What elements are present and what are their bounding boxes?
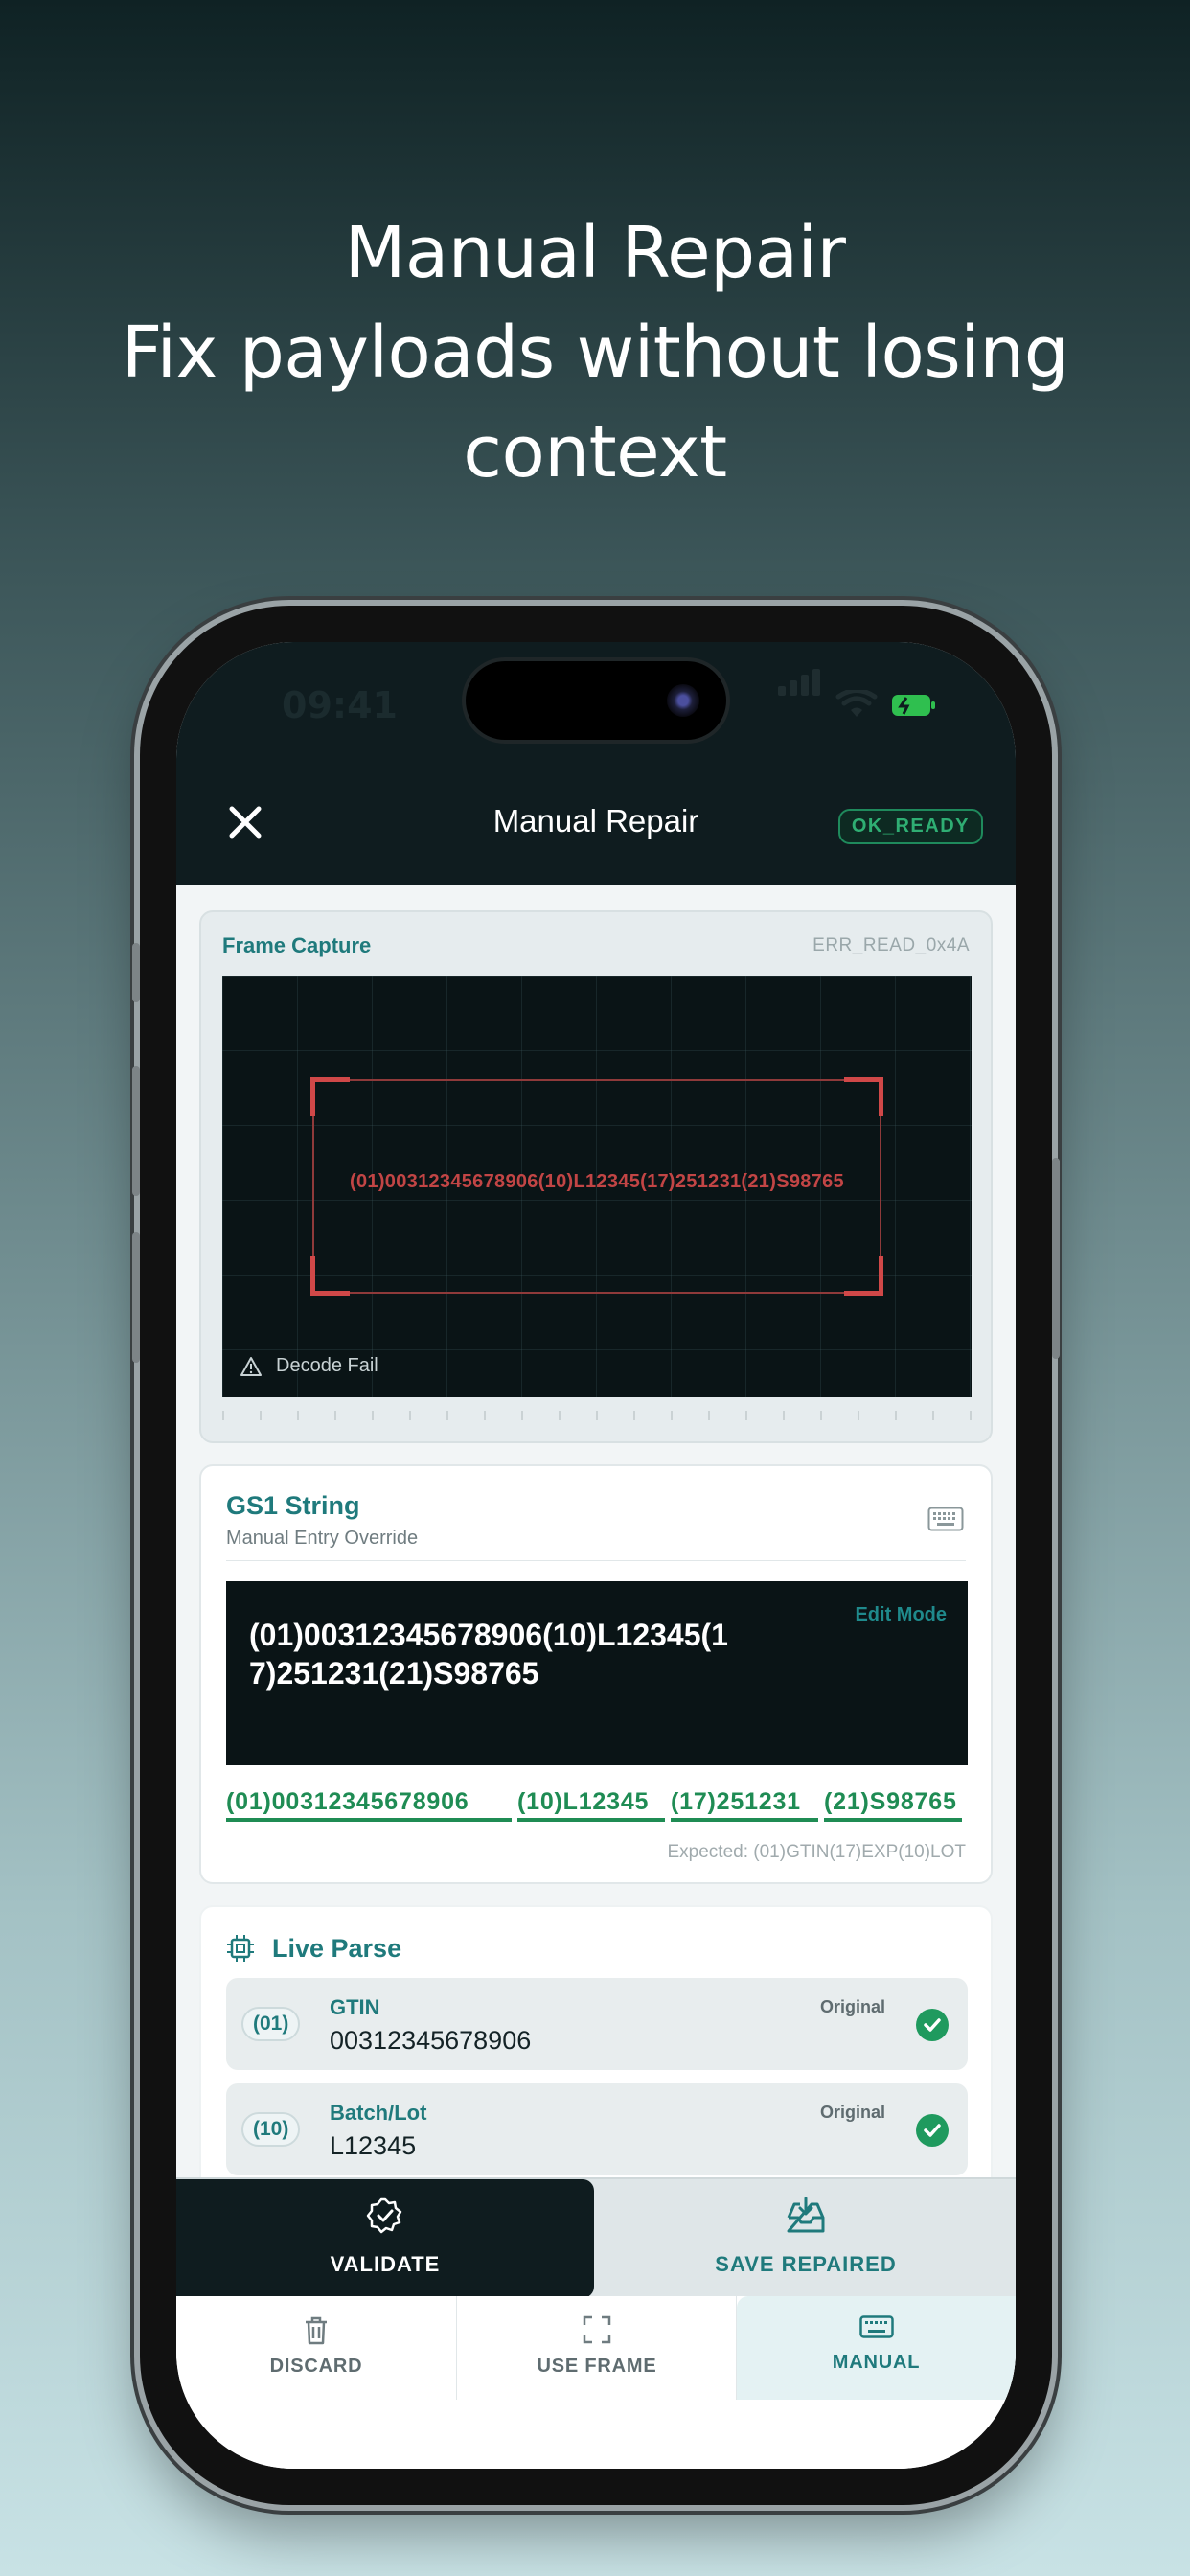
gs1-string-card: GS1 String Manual Entry Override Edit Mo… (199, 1464, 993, 1884)
dynamic-island (466, 661, 726, 740)
discard-label: DISCARD (269, 2356, 363, 2377)
headline-line-1: Manual Repair (344, 212, 846, 294)
parse-row[interactable]: (10) Batch/Lot L12345 Original (226, 2083, 968, 2175)
scan-target-box: (01)00312345678906(10)L12345(17)251231(2… (310, 1077, 883, 1296)
status-time: 09:41 (282, 684, 398, 726)
nav-manual[interactable]: MANUAL (737, 2296, 1016, 2400)
parse-row[interactable]: (01) GTIN 00312345678906 Original (226, 1978, 968, 2070)
use-frame-label: USE FRAME (537, 2356, 657, 2377)
frame-capture-title: Frame Capture (222, 933, 372, 957)
ai-code: (10) (241, 2112, 301, 2147)
frame-capture-card: Frame Capture ERR_READ_0x4A (01)00312345… (199, 910, 993, 1443)
frame-corners-icon (583, 2315, 611, 2344)
keyboard-icon[interactable] (927, 1506, 964, 1531)
phone-volume-up (132, 1066, 140, 1196)
gs1-segment-batch[interactable]: (10)L12345 (517, 1788, 665, 1822)
warning-icon (240, 1356, 262, 1376)
phone-power-button (1052, 1158, 1060, 1359)
parse-field-name: GTIN (330, 1995, 380, 2019)
target-corner (310, 1256, 350, 1296)
captured-frame: (01)00312345678906(10)L12345(17)251231(2… (222, 976, 972, 1397)
app-header: 09:41 Manual Repair OK_READY (176, 642, 1016, 886)
gs1-editor-value[interactable]: (01)00312345678906(10)L12345(17)251231(2… (249, 1616, 747, 1692)
edit-mode-label: Edit Mode (855, 1604, 947, 1625)
phone-screen: 09:41 Manual Repair OK_READY Frame Captu… (176, 642, 1016, 2469)
frame-ruler (222, 1411, 972, 1420)
phone-side-button (132, 943, 140, 1002)
gs1-editor[interactable]: Edit Mode (01)00312345678906(10)L12345(1… (226, 1581, 968, 1765)
save-repaired-label: SAVE REPAIRED (715, 2252, 897, 2276)
parse-source: Original (819, 1997, 885, 2016)
check-icon (916, 2114, 949, 2147)
inbox-download-icon (787, 2196, 825, 2233)
parse-source: Original (819, 2103, 885, 2122)
headline-line-2: Fix payloads without losing (121, 311, 1069, 394)
parse-field-value: 00312345678906 (330, 2026, 532, 2055)
target-corner (844, 1077, 883, 1116)
keyboard-icon (858, 2315, 894, 2338)
action-bar: VALIDATE SAVE REPAIRED (176, 2177, 1016, 2298)
gs1-segment-gtin[interactable]: (01)00312345678906 (226, 1788, 512, 1822)
nav-discard[interactable]: DISCARD (176, 2296, 456, 2400)
target-corner (844, 1256, 883, 1296)
divider (226, 1560, 966, 1561)
decode-status-label: Decode Fail (276, 1355, 378, 1376)
expected-format: Expected: (01)GTIN(17)EXP(10)LOT (667, 1842, 967, 1862)
gs1-subtitle: Manual Entry Override (226, 1528, 419, 1549)
gs1-segment-serial[interactable]: (21)S98765 (824, 1788, 962, 1822)
save-repaired-button[interactable]: SAVE REPAIRED (596, 2179, 1016, 2298)
gs1-segments: (01)00312345678906 (10)L12345 (17)251231… (226, 1788, 968, 1822)
wifi-icon (835, 690, 878, 717)
live-parse-title: Live Parse (272, 1934, 402, 1963)
gs1-segment-expiry[interactable]: (17)251231 (671, 1788, 818, 1822)
chip-icon (227, 1935, 254, 1962)
marketing-headline: Manual Repair Fix payloads without losin… (0, 203, 1190, 502)
parse-field-name: Batch/Lot (330, 2101, 427, 2125)
parse-field-value: L12345 (330, 2131, 417, 2160)
validate-button[interactable]: VALIDATE (176, 2179, 594, 2298)
error-code: ERR_READ_0x4A (812, 935, 970, 955)
decode-status: Decode Fail (240, 1355, 378, 1377)
phone-volume-down (132, 1232, 140, 1363)
status-badge: OK_READY (837, 809, 983, 844)
bottom-nav: DISCARD USE FRAME MANUAL (176, 2296, 1016, 2469)
nav-use-frame[interactable]: USE FRAME (457, 2296, 737, 2400)
ai-code: (01) (241, 2007, 301, 2041)
target-corner (310, 1077, 350, 1116)
verified-badge-icon (366, 2197, 402, 2234)
camera-icon (667, 684, 699, 717)
gs1-title: GS1 String (226, 1491, 360, 1520)
trash-icon (306, 2316, 327, 2345)
validate-label: VALIDATE (330, 2252, 441, 2276)
manual-label: MANUAL (832, 2352, 921, 2373)
battery-icon (892, 695, 935, 716)
headline-line-3: context (463, 411, 727, 494)
check-icon (916, 2009, 949, 2041)
captured-payload-text: (01)00312345678906(10)L12345(17)251231(2… (350, 1171, 844, 1192)
